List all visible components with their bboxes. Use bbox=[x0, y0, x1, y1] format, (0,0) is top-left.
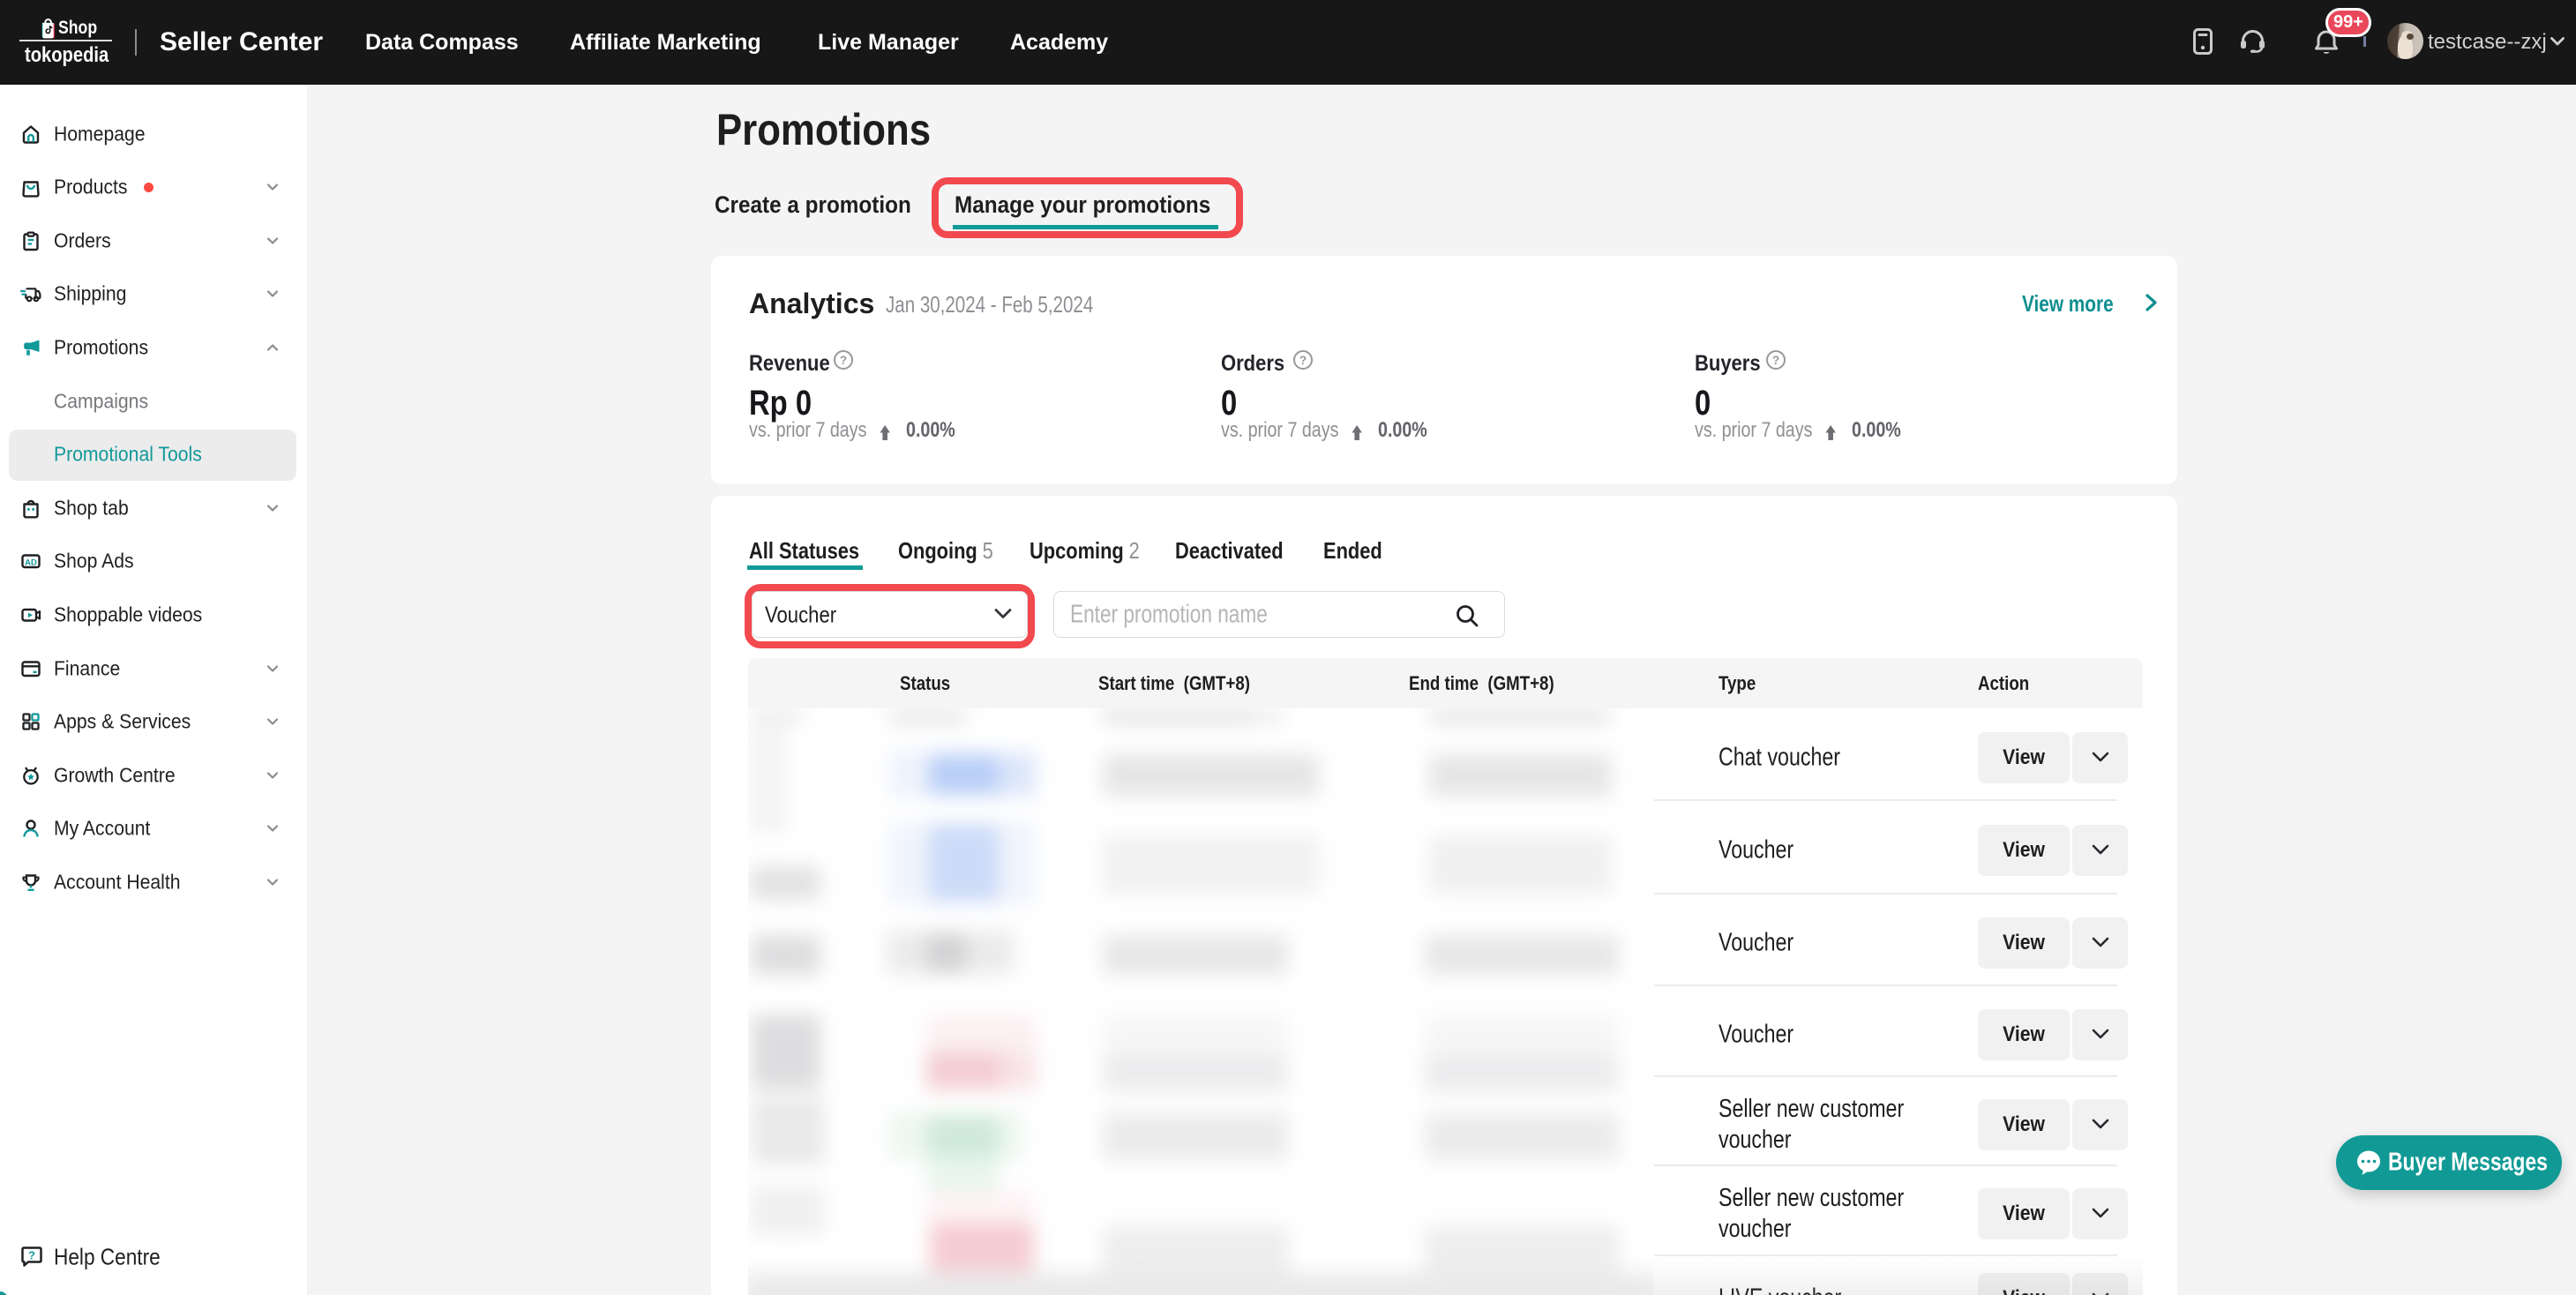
svg-text:?: ? bbox=[840, 354, 847, 367]
svg-text:?: ? bbox=[28, 1249, 35, 1262]
svg-text:?: ? bbox=[1772, 354, 1779, 367]
svg-text:AD: AD bbox=[25, 558, 37, 568]
svg-text:?: ? bbox=[1299, 354, 1307, 367]
